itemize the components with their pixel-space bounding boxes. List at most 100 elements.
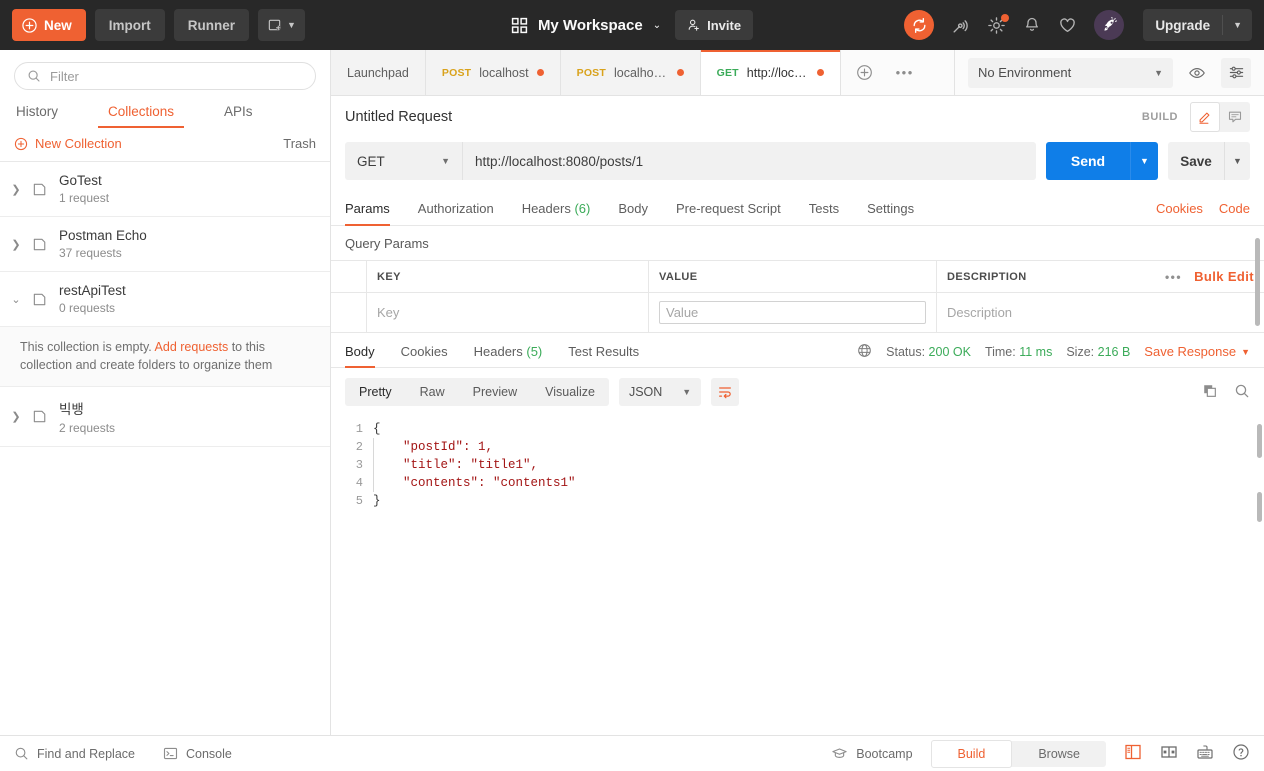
bulk-edit-link[interactable]: Bulk Edit	[1194, 269, 1254, 284]
chevron-down-icon[interactable]: ⌄	[10, 293, 22, 306]
tab-localhost-post-2[interactable]: POST localhost:808…	[560, 50, 701, 95]
rocket-button[interactable]	[1094, 10, 1125, 40]
view-mode-preview[interactable]: Preview	[459, 378, 531, 406]
console-button[interactable]: Console	[163, 746, 232, 761]
help-button[interactable]	[1232, 743, 1250, 764]
new-tab-button[interactable]	[841, 50, 886, 95]
search-response-button[interactable]	[1234, 383, 1250, 402]
response-scrollbar[interactable]	[1257, 424, 1262, 458]
workspace-selector[interactable]: My Workspace ⌄	[511, 17, 661, 34]
time-badge: Time: 11 ms	[985, 345, 1052, 359]
trash-button[interactable]: Trash	[283, 136, 316, 151]
new-button[interactable]: New	[12, 9, 86, 41]
cookies-link[interactable]: Cookies	[1156, 201, 1203, 216]
sync-button[interactable]	[904, 10, 935, 40]
console-label: Console	[185, 746, 232, 761]
response-format-selector[interactable]: JSON ▼	[618, 378, 702, 406]
wrap-lines-button[interactable]	[711, 378, 740, 406]
param-description-input[interactable]	[947, 305, 1254, 320]
find-and-replace-button[interactable]: Find and Replace	[14, 746, 135, 761]
tab-launchpad[interactable]: Launchpad	[331, 50, 426, 95]
url-input[interactable]	[475, 153, 1024, 169]
filter-box[interactable]	[14, 62, 316, 90]
response-meta: Status: 200 OK Time: 11 ms Size: 216 B S…	[857, 343, 1250, 361]
save-response-button[interactable]: Save Response ▼	[1144, 344, 1250, 359]
table-options-button[interactable]: •••	[1165, 270, 1182, 284]
favorites-button[interactable]	[1058, 16, 1077, 35]
response-scrollbar-secondary[interactable]	[1257, 492, 1262, 522]
collection-request-count: 2 requests	[59, 421, 116, 436]
tab-localhost-get[interactable]: GET http://localhos…	[700, 50, 841, 95]
new-collection-button[interactable]: New Collection	[14, 136, 122, 151]
collection-item-postman-echo[interactable]: ❯ Postman Echo 37 requests	[0, 217, 330, 272]
param-description-cell[interactable]	[937, 293, 1264, 332]
collection-item-gotest[interactable]: ❯ GoTest 1 request	[0, 162, 330, 217]
tab-options-button[interactable]: •••	[886, 50, 924, 95]
upgrade-dropdown-chevron-down-icon[interactable]: ▼	[1223, 20, 1252, 30]
request-tab-pre-request-script[interactable]: Pre-request Script	[676, 193, 781, 225]
upgrade-group: Upgrade ▼	[1143, 9, 1252, 41]
filter-input[interactable]	[50, 68, 303, 84]
view-mode-visualize[interactable]: Visualize	[531, 378, 609, 406]
url-field-wrapper[interactable]	[463, 142, 1036, 180]
bootcamp-button[interactable]: Bootcamp	[831, 745, 913, 762]
tab-localhost-post-1[interactable]: POST localhost	[425, 50, 561, 95]
settings-button[interactable]	[987, 13, 1010, 35]
new-window-button[interactable]: ▼	[258, 9, 305, 41]
send-button[interactable]: Send	[1046, 142, 1130, 180]
comment-mode-button[interactable]	[1220, 102, 1250, 132]
code-link[interactable]: Code	[1219, 201, 1250, 216]
chevron-down-icon: ▼	[287, 20, 296, 30]
edit-mode-button[interactable]	[1190, 102, 1220, 132]
request-tab-params[interactable]: Params	[345, 193, 390, 226]
notifications-button[interactable]	[1023, 16, 1041, 34]
view-mode-raw[interactable]: Raw	[406, 378, 459, 406]
build-toggle-button[interactable]: Build	[930, 739, 1013, 768]
send-dropdown-chevron-down-icon[interactable]: ▼	[1130, 142, 1158, 180]
chevron-right-icon[interactable]: ❯	[10, 410, 22, 423]
chevron-right-icon[interactable]: ❯	[10, 183, 22, 196]
params-scrollbar[interactable]	[1255, 238, 1260, 326]
collection-item-restapitest[interactable]: ⌄ restApiTest 0 requests	[0, 272, 330, 327]
sidebar-tab-collections[interactable]: Collections	[98, 100, 185, 128]
copy-button[interactable]	[1202, 383, 1218, 402]
line-number: 5	[355, 494, 363, 508]
sidebar-tab-apis[interactable]: APIs	[222, 100, 255, 128]
chevron-right-icon[interactable]: ❯	[10, 238, 22, 251]
keyboard-shortcuts-button[interactable]	[1196, 743, 1214, 764]
response-tab-cookies[interactable]: Cookies	[401, 337, 448, 367]
param-value-cell[interactable]	[649, 293, 937, 332]
request-tab-settings[interactable]: Settings	[867, 193, 914, 225]
method-selector[interactable]: GET ▼	[345, 142, 463, 180]
request-tab-authorization[interactable]: Authorization	[418, 193, 494, 225]
two-pane-layout-button[interactable]	[1124, 743, 1142, 764]
sidebar-tab-history[interactable]: History	[14, 100, 60, 128]
add-requests-link[interactable]: Add requests	[155, 340, 229, 354]
param-value-input[interactable]	[666, 305, 919, 320]
param-key-cell[interactable]	[367, 293, 649, 332]
row-checkbox[interactable]	[331, 293, 367, 332]
runner-button[interactable]: Runner	[173, 9, 250, 41]
collection-item-bigbang[interactable]: ❯ 빅뱅 2 requests	[0, 387, 330, 448]
request-tab-body[interactable]: Body	[618, 193, 648, 225]
response-tab-body[interactable]: Body	[345, 337, 375, 368]
browse-toggle-button[interactable]: Browse	[1012, 741, 1106, 767]
view-mode-pretty[interactable]: Pretty	[345, 378, 406, 406]
request-tab-headers[interactable]: Headers (6)	[522, 193, 591, 225]
invite-button[interactable]: Invite	[675, 10, 754, 40]
import-button[interactable]: Import	[94, 9, 165, 41]
environment-selector[interactable]: No Environment ▼	[968, 57, 1173, 88]
response-tab-headers[interactable]: Headers (5)	[474, 337, 543, 367]
environment-quick-look-button[interactable]	[1182, 58, 1212, 88]
request-tab-tests[interactable]: Tests	[809, 193, 839, 225]
save-dropdown-chevron-down-icon[interactable]: ▼	[1224, 142, 1250, 180]
save-button[interactable]: Save	[1168, 142, 1224, 180]
broadcast-button[interactable]	[951, 16, 970, 35]
param-key-input[interactable]	[377, 305, 638, 320]
workspace-name: My Workspace	[537, 16, 643, 34]
split-layout-button[interactable]	[1160, 743, 1178, 764]
environment-settings-button[interactable]	[1221, 57, 1251, 88]
upgrade-button[interactable]: Upgrade	[1143, 18, 1222, 33]
response-tab-test-results[interactable]: Test Results	[568, 337, 639, 367]
code-area[interactable]: { "postId": 1, "title": "title1", "conte…	[373, 420, 1264, 735]
